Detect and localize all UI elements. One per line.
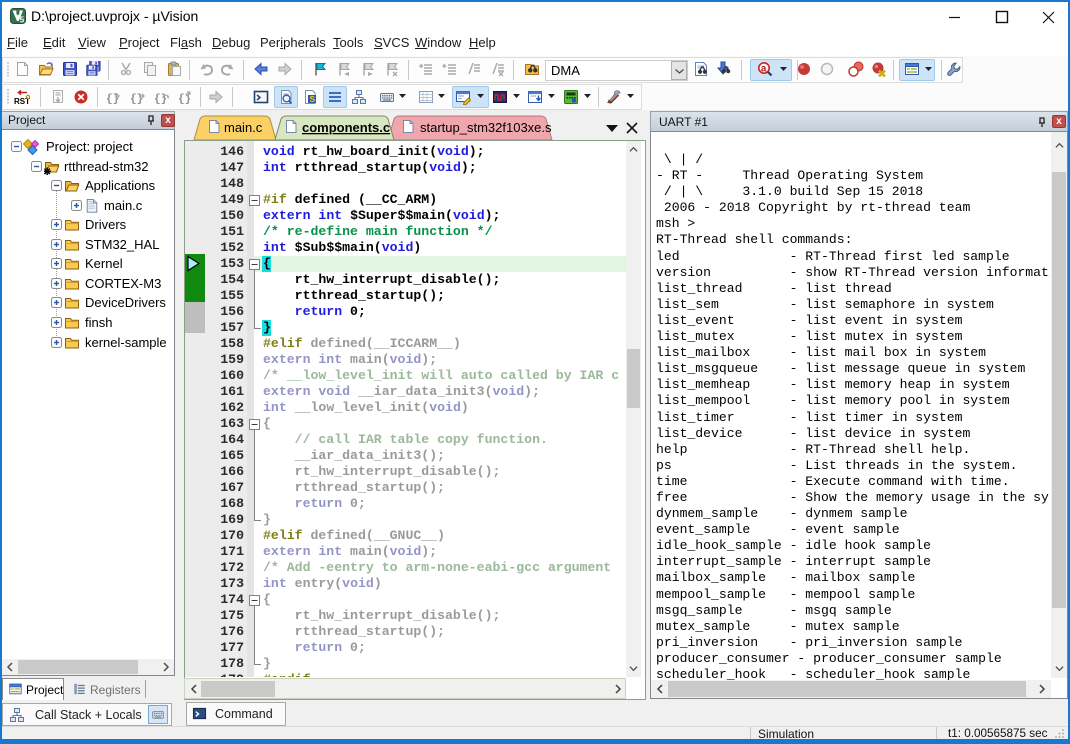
svg-text:{}: {}: [178, 94, 191, 106]
svg-text:{}: {}: [130, 94, 143, 106]
svg-text:main.c: main.c: [224, 120, 263, 135]
svg-text:5: 5: [20, 16, 25, 25]
svg-text:startup_stm32f103xe.s: startup_stm32f103xe.s: [420, 120, 552, 135]
svg-text:S: S: [310, 94, 316, 104]
svg-text:❋: ❋: [44, 167, 52, 175]
svg-text:a: a: [761, 65, 767, 76]
svg-text:{}: {}: [106, 94, 119, 106]
svg-text:components.c: components.c: [302, 120, 390, 135]
